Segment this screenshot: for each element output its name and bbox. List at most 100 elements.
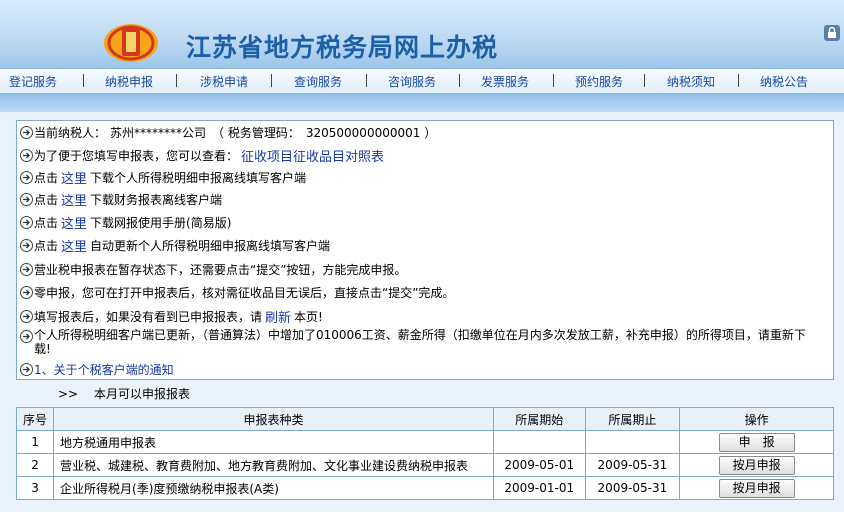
download-manual-link[interactable]: 这里 xyxy=(58,213,90,232)
main-nav: 登记服务 纳税申报 涉税申请 查询服务 咨询服务 发票服务 预约服务 纳税须知 … xyxy=(0,68,844,94)
section-heading-text: 本月可以申报报表 xyxy=(93,387,190,401)
section-heading: >> 本月可以申报报表 xyxy=(58,385,190,402)
tax-code-close: ） xyxy=(424,126,437,140)
row-no: 3 xyxy=(15,476,55,500)
nav-separator xyxy=(553,74,554,87)
zero-declaration-note: 零申报，您可在打开申报表后，核对需征收品目无误后，直接点击“提交”完成。 xyxy=(34,286,455,300)
download-row-4: 点击 这里 自动更新个人所得税明细申报离线填写客户端 xyxy=(20,236,330,255)
intro-row: 为了便于您填写申报表，您可以查看： 征收项目征收品目对照表 xyxy=(20,146,387,165)
auto-update-client-link[interactable]: 这里 xyxy=(58,236,90,255)
header-banner: 江苏省地方税务局网上办税 xyxy=(0,0,844,68)
row-period-end xyxy=(584,430,681,454)
auto-update-client-text: 自动更新个人所得税明细申报离线填写客户端 xyxy=(90,239,331,253)
col-header-action: 操作 xyxy=(679,407,834,431)
info-panel: 当前纳税人： 苏州********公司 （ 税务管理码： 32050000000… xyxy=(16,120,834,380)
arrow-icon xyxy=(20,286,33,299)
download-row-1: 点击 这里 下载个人所得税明细申报离线填写客户端 xyxy=(20,168,306,187)
tax-code-value: 320500000000001 xyxy=(305,125,421,140)
row-period-start xyxy=(492,430,586,454)
nav-separator xyxy=(271,74,272,87)
taxpayer-name: 苏州********公司 xyxy=(110,126,207,140)
table-row: 3 企业所得税月(季)度预缴纳税申报表(A类) 2009-01-01 2009-… xyxy=(15,476,834,500)
row-period-end: 2009-05-31 xyxy=(584,476,681,500)
nav-separator xyxy=(176,74,177,87)
taxpayer-label: 当前纳税人： xyxy=(34,126,107,140)
declare-button[interactable]: 申 报 xyxy=(718,432,795,452)
nav-separator xyxy=(83,74,84,87)
nav-tax-declaration[interactable]: 纳税申报 xyxy=(105,73,153,90)
tax-item-reference-link[interactable]: 征收项目征收品目对照表 xyxy=(238,146,387,165)
nav-registration-service[interactable]: 登记服务 xyxy=(9,73,57,90)
intro-text: 为了便于您填写申报表，您可以查看： xyxy=(34,149,239,163)
nav-separator xyxy=(459,74,460,87)
note-row-1: 营业税申报表在暂存状态下，还需要点击“提交”按钮，方能完成申报。 xyxy=(20,261,406,278)
download-financial-client-link[interactable]: 这里 xyxy=(58,190,90,209)
nav-tax-notice[interactable]: 纳税须知 xyxy=(667,73,715,90)
nav-invoice-service[interactable]: 发票服务 xyxy=(481,73,529,90)
refresh-row: 填写报表后，如果没有看到已申报报表，请 刷新 本页! xyxy=(20,307,323,326)
nav-consult-service[interactable]: 咨询服务 xyxy=(388,73,436,90)
note-row-3: 个人所得税明细客户端已更新，（普通算法）中增加了010006工资、薪金所得（扣缴… xyxy=(20,328,820,356)
row-action-cell: 申 报 xyxy=(679,430,834,454)
arrow-icon xyxy=(20,171,33,184)
download-iit-client-link[interactable]: 这里 xyxy=(58,168,90,187)
arrow-icon xyxy=(20,263,33,276)
col-header-form-type: 申报表种类 xyxy=(53,407,494,431)
nav-query-service[interactable]: 查询服务 xyxy=(294,73,342,90)
col-header-period-start: 所属期始 xyxy=(492,407,586,431)
row-form-name: 营业税、城建税、教育费附加、地方教育费附加、文化事业建设费纳税申报表 xyxy=(53,453,494,477)
row-form-name: 企业所得税月(季)度预缴纳税申报表(A类) xyxy=(53,476,494,500)
arrow-icon xyxy=(20,193,33,206)
nav-appointment-service[interactable]: 预约服务 xyxy=(575,73,623,90)
row-period-end: 2009-05-31 xyxy=(584,453,681,477)
click-prefix: 点击 xyxy=(34,193,59,207)
row-action-cell: 按月申报 xyxy=(679,476,834,500)
declaration-table: 序号 申报表种类 所属期始 所属期止 操作 1 地方税通用申报表 申 报 2 营… xyxy=(15,407,834,500)
click-prefix: 点击 xyxy=(34,239,59,253)
table-row: 2 营业税、城建税、教育费附加、地方教育费附加、文化事业建设费纳税申报表 200… xyxy=(15,453,834,477)
tax-emblem-icon xyxy=(102,20,160,64)
row-form-name: 地方税通用申报表 xyxy=(53,430,494,454)
download-row-2: 点击 这里 下载财务报表离线客户端 xyxy=(20,190,222,209)
note-row-2: 零申报，您可在打开申报表后，核对需征收品目无误后，直接点击“提交”完成。 xyxy=(20,284,454,301)
row-period-start: 2009-01-01 xyxy=(492,476,586,500)
row-no: 1 xyxy=(15,430,55,454)
arrow-icon xyxy=(20,126,33,139)
download-manual-text: 下载网报使用手册(简易版) xyxy=(90,216,232,230)
decorative-band xyxy=(0,94,844,112)
nav-separator xyxy=(738,74,739,87)
col-header-period-end: 所属期止 xyxy=(584,407,681,431)
client-update-note: 个人所得税明细客户端已更新，（普通算法）中增加了010006工资、薪金所得（扣缴… xyxy=(34,328,806,356)
download-row-3: 点击 这里 下载网报使用手册(简易版) xyxy=(20,213,231,232)
nav-tax-application[interactable]: 涉税申请 xyxy=(200,73,248,90)
lock-icon[interactable] xyxy=(824,25,840,41)
click-prefix: 点击 xyxy=(34,216,59,230)
refresh-prefix: 填写报表后，如果没有看到已申报报表，请 xyxy=(34,310,263,324)
monthly-declare-button[interactable]: 按月申报 xyxy=(718,478,795,498)
arrow-icon xyxy=(20,216,33,229)
arrow-icon xyxy=(20,239,33,252)
monthly-declare-button[interactable]: 按月申报 xyxy=(718,455,795,475)
arrow-icon xyxy=(20,330,33,343)
arrow-icon xyxy=(20,310,33,323)
row-period-start: 2009-05-01 xyxy=(492,453,586,477)
table-header-row: 序号 申报表种类 所属期始 所属期止 操作 xyxy=(15,407,834,431)
business-tax-note: 营业税申报表在暂存状态下，还需要点击“提交”按钮，方能完成申报。 xyxy=(34,263,407,277)
refresh-suffix: 本页! xyxy=(294,310,323,324)
iit-client-notice-link[interactable]: 1、关于个税客户端的通知 xyxy=(34,361,174,378)
tax-code-label: （ 税务管理码： xyxy=(212,126,300,140)
click-prefix: 点击 xyxy=(34,171,59,185)
row-no: 2 xyxy=(15,453,55,477)
taxpayer-row: 当前纳税人： 苏州********公司 （ 税务管理码： 32050000000… xyxy=(20,124,436,141)
refresh-link[interactable]: 刷新 xyxy=(262,307,294,326)
nav-tax-announcement[interactable]: 纳税公告 xyxy=(760,73,808,90)
notice-row: 1、关于个税客户端的通知 xyxy=(20,361,174,378)
col-header-no: 序号 xyxy=(15,407,55,431)
download-financial-client-text: 下载财务报表离线客户端 xyxy=(90,193,223,207)
download-iit-client-text: 下载个人所得税明细申报离线填写客户端 xyxy=(90,171,307,185)
section-marker: >> xyxy=(58,387,79,401)
site-title: 江苏省地方税务局网上办税 xyxy=(186,33,499,62)
nav-separator xyxy=(644,74,645,87)
arrow-icon xyxy=(20,149,33,162)
table-row: 1 地方税通用申报表 申 报 xyxy=(15,430,834,454)
